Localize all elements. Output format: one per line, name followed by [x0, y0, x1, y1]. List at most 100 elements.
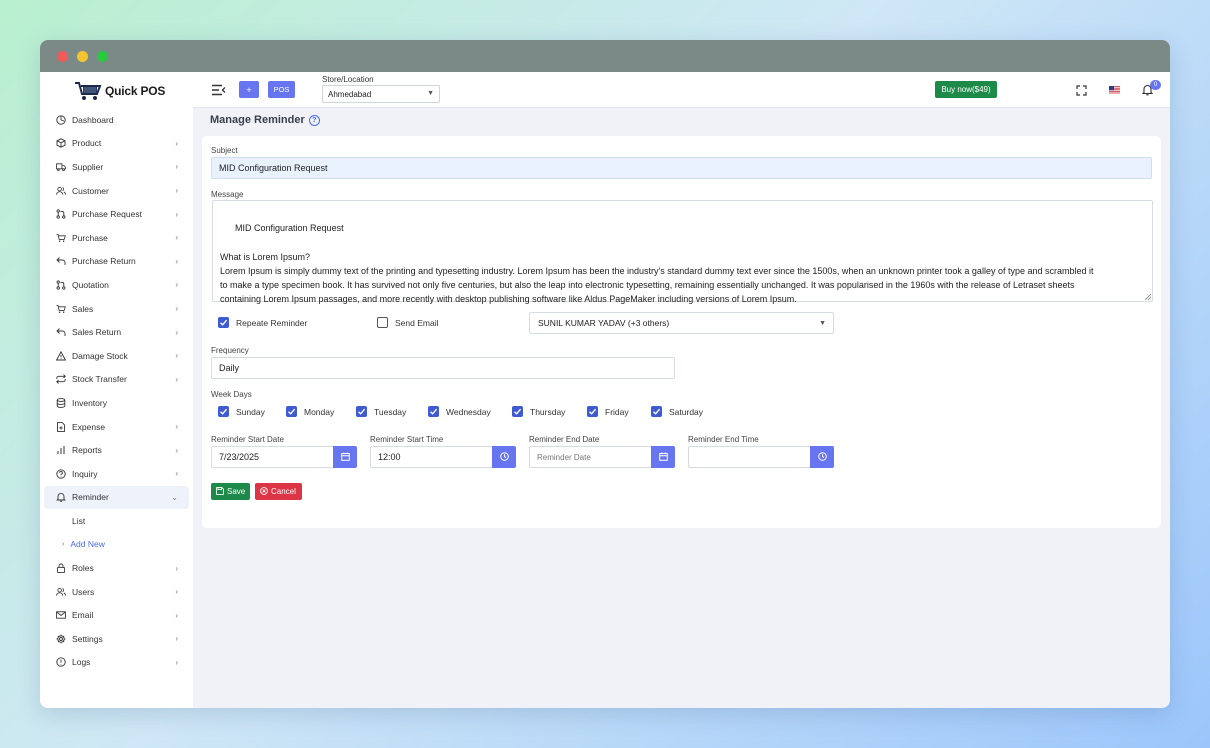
- app-logo[interactable]: Quick POS: [74, 81, 165, 101]
- sidebar-item-reports[interactable]: Reports ›: [44, 438, 189, 462]
- sidebar-item-sales-return[interactable]: Sales Return ›: [44, 320, 189, 344]
- sidebar-subitem-list[interactable]: List: [44, 509, 189, 533]
- sidebar-item-users[interactable]: Users ›: [44, 580, 189, 604]
- frequency-select[interactable]: Daily: [211, 357, 675, 379]
- sidebar-item-label: Customer: [72, 185, 109, 196]
- cart-icon: [56, 304, 66, 314]
- mail-icon: [56, 610, 66, 620]
- sidebar-item-label: Quotation: [72, 279, 109, 290]
- end-date-input[interactable]: Reminder Date: [529, 446, 652, 468]
- sidebar-item-logs[interactable]: Logs ›: [44, 651, 189, 675]
- send-email-checkbox[interactable]: Send Email: [377, 317, 438, 328]
- clock-icon: [817, 451, 827, 463]
- sidebar-item-customer[interactable]: Customer ›: [44, 179, 189, 203]
- sidebar-item-purchase-request[interactable]: Purchase Request ›: [44, 202, 189, 226]
- weekday-checkbox-monday[interactable]: Monday: [286, 406, 334, 417]
- sidebar-item-damage-stock[interactable]: Damage Stock ›: [44, 344, 189, 368]
- sidebar-item-settings[interactable]: Settings ›: [44, 627, 189, 651]
- info-icon: [56, 657, 66, 668]
- gear-icon: [56, 634, 66, 644]
- checkbox-checked-icon: [512, 406, 523, 417]
- sidebar-item-roles[interactable]: Roles ›: [44, 556, 189, 580]
- start-time-clock-button[interactable]: [492, 446, 516, 468]
- sidebar-item-label: Expense: [72, 421, 106, 432]
- chevron-right-icon: ›: [175, 186, 178, 196]
- start-date-calendar-button[interactable]: [333, 446, 357, 468]
- weekday-label: Sunday: [236, 406, 265, 417]
- end-time-clock-button[interactable]: [810, 446, 834, 468]
- message-textarea[interactable]: MID Configuration Request What is Lorem …: [212, 200, 1153, 304]
- weekday-checkbox-wednesday[interactable]: Wednesday: [428, 406, 491, 417]
- chevron-right-icon: ›: [175, 422, 178, 432]
- sidebar-item-inventory[interactable]: Inventory: [44, 391, 189, 415]
- minimize-window-dot[interactable]: [77, 50, 88, 62]
- subject-input[interactable]: MID Configuration Request: [211, 157, 1152, 179]
- sidebar-item-label: Inventory: [72, 397, 107, 408]
- start-time-input[interactable]: 12:00: [370, 446, 493, 468]
- sidebar-item-dashboard[interactable]: Dashboard: [44, 108, 189, 132]
- git-request-icon: [56, 209, 66, 219]
- dashboard-icon: [56, 115, 66, 125]
- store-location-value: Ahmedabad: [328, 89, 372, 99]
- sidebar-subitem-label: Add New: [70, 539, 105, 550]
- sidebar-item-label: Product: [72, 138, 102, 149]
- save-button[interactable]: Save: [211, 483, 250, 500]
- fullscreen-icon[interactable]: [1075, 84, 1087, 96]
- sidebar-item-product[interactable]: Product ›: [44, 132, 189, 156]
- floppy-disk-icon: [216, 486, 224, 497]
- weekday-checkbox-friday[interactable]: Friday: [587, 406, 629, 417]
- pos-button[interactable]: POS: [268, 81, 295, 98]
- page-title-text: Manage Reminder: [210, 114, 305, 126]
- sidebar-item-email[interactable]: Email ›: [44, 603, 189, 627]
- sidebar-item-expense[interactable]: Expense ›: [44, 415, 189, 439]
- start-date-label: Reminder Start Date: [211, 435, 284, 444]
- chevron-right-icon: ›: [175, 634, 178, 644]
- sidebar-subitem-add-new[interactable]: › Add New: [44, 533, 189, 557]
- buy-now-button[interactable]: Buy now($49): [935, 81, 997, 98]
- bell-icon: [56, 492, 66, 502]
- close-window-dot[interactable]: [57, 50, 68, 62]
- resize-handle-icon[interactable]: [1145, 294, 1151, 300]
- box-icon: [56, 138, 66, 149]
- sidebar-item-reminder[interactable]: Reminder ⌄: [44, 485, 189, 510]
- recipients-select[interactable]: SUNIL KUMAR YADAV (+3 others) ▼: [529, 312, 834, 334]
- start-date-input[interactable]: 7/23/2025: [211, 446, 334, 468]
- sidebar-item-label: Email: [72, 610, 94, 621]
- git-request-icon: [56, 280, 66, 290]
- weekday-checkbox-tuesday[interactable]: Tuesday: [356, 406, 406, 417]
- chevron-right-icon: ›: [62, 540, 65, 548]
- sidebar-item-supplier[interactable]: Supplier ›: [44, 155, 189, 179]
- chevron-right-icon: ›: [175, 374, 178, 384]
- help-icon[interactable]: ?: [308, 114, 320, 126]
- message-label: Message: [211, 190, 244, 199]
- sidebar-item-label: Sales Return: [72, 327, 122, 338]
- us-flag-icon[interactable]: [1108, 84, 1120, 96]
- send-email-label: Send Email: [395, 317, 439, 328]
- sidebar-item-label: Settings: [72, 633, 103, 644]
- sidebar-item-purchase-return[interactable]: Purchase Return ›: [44, 250, 189, 274]
- database-icon: [56, 398, 66, 408]
- weekday-checkbox-saturday[interactable]: Saturday: [651, 406, 703, 417]
- end-date-calendar-button[interactable]: [651, 446, 675, 468]
- sidebar-item-purchase[interactable]: Purchase ›: [44, 226, 189, 250]
- chevron-right-icon: ›: [175, 469, 178, 479]
- weekday-checkbox-thursday[interactable]: Thursday: [512, 406, 565, 417]
- weekday-checkbox-sunday[interactable]: Sunday: [218, 406, 265, 417]
- end-time-input[interactable]: [688, 446, 811, 468]
- menu-toggle-icon[interactable]: [212, 84, 226, 96]
- store-location-select[interactable]: Ahmedabad ▼: [322, 85, 440, 103]
- sidebar-item-sales[interactable]: Sales ›: [44, 297, 189, 321]
- sidebar-item-inquiry[interactable]: Inquiry ›: [44, 462, 189, 486]
- cancel-button[interactable]: Cancel: [255, 483, 302, 500]
- chevron-right-icon: ›: [175, 280, 178, 290]
- maximize-window-dot[interactable]: [97, 50, 108, 62]
- lock-icon: [56, 563, 66, 573]
- sidebar-item-quotation[interactable]: Quotation ›: [44, 273, 189, 297]
- checkbox-checked-icon: [356, 406, 367, 417]
- sidebar-item-label: Stock Transfer: [72, 374, 127, 385]
- sidebar-item-stock-transfer[interactable]: Stock Transfer ›: [44, 368, 189, 392]
- quick-add-button[interactable]: +: [239, 81, 259, 98]
- repeat-reminder-checkbox[interactable]: Repeate Reminder: [218, 317, 307, 328]
- chevron-right-icon: ›: [175, 327, 178, 337]
- sidebar-item-label: Inquiry: [72, 468, 98, 479]
